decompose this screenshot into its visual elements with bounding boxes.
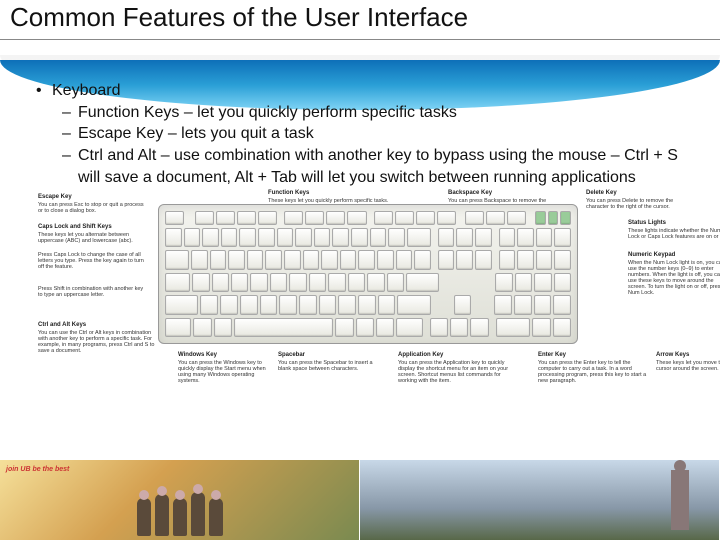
annotation-status: Status Lights These lights indicate whet…: [628, 220, 720, 240]
annotation-enter: Enter Key You can press the Enter key to…: [538, 352, 648, 384]
bullet-text: Escape Key – lets you quit a task: [78, 123, 702, 145]
slide-title: Common Features of the User Interface: [0, 0, 720, 40]
bullet-level1: • Keyboard: [36, 80, 702, 102]
annotation-ctrl-alt: Ctrl and Alt Keys You can use the Ctrl o…: [38, 322, 158, 354]
annotation-windows: Windows Key You can press the Windows ke…: [178, 352, 268, 384]
annotation-shift-note: Press Shift in combination with another …: [38, 286, 148, 298]
annotation-caps-note: Press Caps Lock to change the case of al…: [38, 252, 148, 270]
bullet-text: Keyboard: [52, 80, 702, 102]
bullet-text: Ctrl and Alt – use combination with anot…: [78, 145, 702, 188]
bullet-marker: –: [62, 102, 78, 124]
annotation-application: Application Key You can press the Applic…: [398, 352, 518, 384]
annotation-escape: Escape Key You can press Esc to stop or …: [38, 194, 148, 214]
keyboard-graphic: [158, 204, 578, 344]
keyboard-diagram: Escape Key You can press Esc to stop or …: [38, 194, 692, 394]
bullet-level2: – Function Keys – let you quickly perfor…: [62, 102, 702, 124]
tower-icon: [671, 470, 689, 530]
bullet-level2: – Ctrl and Alt – use combination with an…: [62, 145, 702, 188]
footer-photo-right: [360, 460, 720, 540]
bullet-marker: •: [36, 80, 52, 102]
annotation-caps-shift: Caps Lock and Shift Keys These keys let …: [38, 224, 148, 244]
annotation-arrow: Arrow Keys These keys let you move the c…: [656, 352, 720, 372]
slide-body: • Keyboard – Function Keys – let you qui…: [0, 40, 720, 394]
annotation-spacebar: Spacebar You can press the Spacebar to i…: [278, 352, 378, 372]
bullet-marker: –: [62, 123, 78, 145]
bullet-level2: – Escape Key – lets you quit a task: [62, 123, 702, 145]
footer-photo-strip: join UB be the best: [0, 460, 720, 540]
annotation-numeric: Numeric Keypad When the Num Lock light i…: [628, 252, 720, 296]
bullet-marker: –: [62, 145, 78, 188]
annotation-delete: Delete Key You can press Delete to remov…: [586, 190, 686, 210]
footer-photo-left: join UB be the best: [0, 460, 360, 540]
bullet-text: Function Keys – let you quickly perform …: [78, 102, 702, 124]
